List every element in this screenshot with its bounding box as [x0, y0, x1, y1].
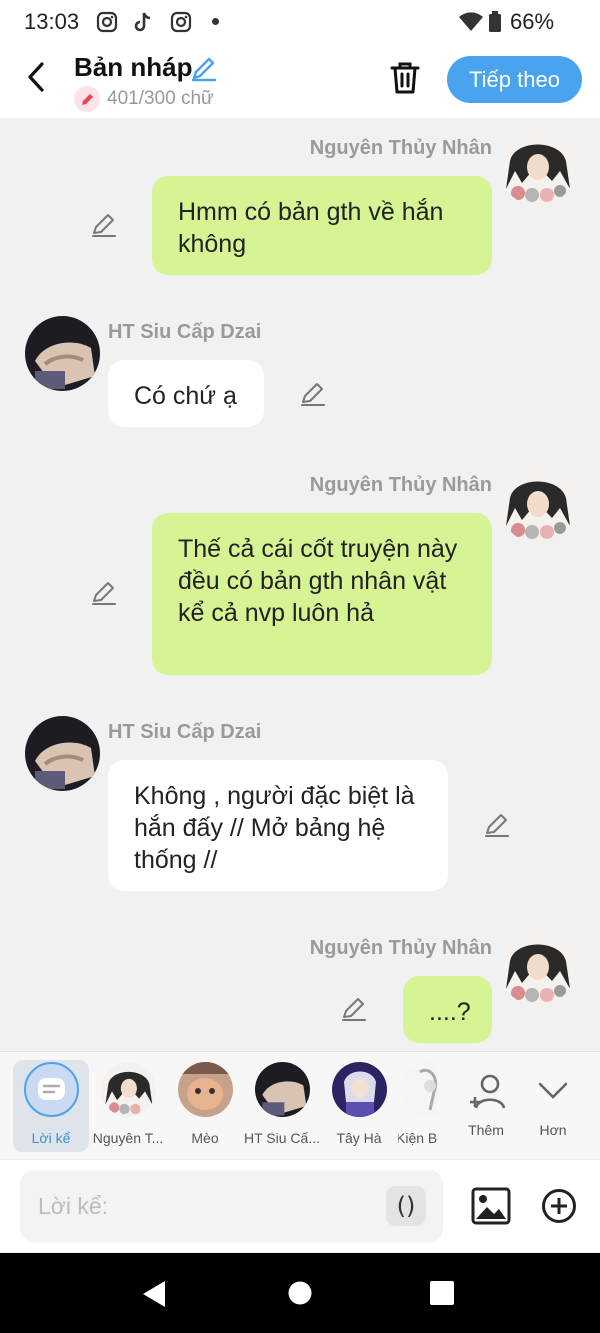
avatar [178, 1062, 233, 1117]
avatar-ht-siu-cap-dzai[interactable] [25, 716, 100, 791]
pencil-count-icon [74, 86, 100, 112]
avatar-nguyen-thuy-nhan[interactable] [500, 131, 575, 206]
character-nguyen-thuy-nhan[interactable]: Nguyên T... [90, 1060, 166, 1152]
instagram-icon-2 [170, 11, 192, 33]
character-meo[interactable]: Mèo [167, 1060, 243, 1152]
character-label: Nguyên T... [92, 1130, 164, 1146]
parentheses-button[interactable]: () [386, 1186, 426, 1226]
edit-message-icon[interactable] [483, 811, 511, 839]
avatar [400, 1062, 438, 1117]
sender-name: Nguyên Thủy Nhân [309, 137, 492, 159]
character-label: Lời kể [31, 1130, 71, 1146]
character-label: Kiện B [398, 1130, 438, 1146]
wifi-icon [459, 12, 483, 31]
battery-level: 66% [510, 9, 555, 34]
message-bubble[interactable]: Hmm có bản gth về hắn không [152, 176, 492, 275]
more-button[interactable]: Hơn [515, 1060, 591, 1152]
word-count: 401/300 chữ [107, 88, 214, 109]
status-bar: 13:03 66% [0, 0, 600, 46]
sender-name: HT Siu Cấp Dzai [108, 721, 262, 743]
character-label: HT Siu Cấ... [244, 1130, 320, 1146]
sender-name: Nguyên Thủy Nhân [309, 474, 492, 496]
nav-home-icon[interactable] [288, 1281, 312, 1305]
nav-back-icon[interactable] [141, 1280, 167, 1308]
sender-name: HT Siu Cấp Dzai [108, 321, 262, 343]
avatar [101, 1062, 156, 1117]
next-button[interactable]: Tiếp theo [447, 56, 582, 103]
avatar [255, 1062, 310, 1117]
system-navigation-bar [0, 1253, 600, 1333]
chevron-down-icon [538, 1082, 568, 1099]
character-kien-b[interactable]: Kiện B [398, 1060, 438, 1152]
trash-icon[interactable] [388, 60, 422, 96]
character-ht-siu-cap-dzai[interactable]: HT Siu Cấ... [244, 1060, 320, 1152]
more-label: Hơn [539, 1122, 567, 1138]
edit-message-icon[interactable] [340, 995, 368, 1023]
message-bubble[interactable]: ....? [403, 976, 492, 1043]
edit-message-icon[interactable] [90, 579, 118, 607]
message-input-box: () [20, 1170, 443, 1242]
avatar [332, 1062, 387, 1117]
edit-message-icon[interactable] [90, 211, 118, 239]
avatar-nguyen-thuy-nhan[interactable] [500, 468, 575, 543]
page-title: Bản nháp [74, 52, 193, 82]
character-narrator[interactable]: Lời kể [13, 1060, 89, 1152]
instagram-icon [96, 11, 118, 33]
avatar-ht-siu-cap-dzai[interactable] [25, 316, 100, 391]
nav-recents-icon[interactable] [430, 1281, 454, 1305]
tiktok-icon [134, 12, 151, 32]
image-icon[interactable] [471, 1186, 511, 1226]
message-bubble[interactable]: Có chứ ạ [108, 360, 264, 427]
sender-name: Nguyên Thủy Nhân [309, 937, 492, 959]
character-label: Mèo [191, 1130, 219, 1146]
top-bar: Bản nháp 401/300 chữ Tiếp theo [0, 46, 600, 118]
add-circle-icon[interactable] [541, 1188, 577, 1224]
input-bar: () [0, 1160, 600, 1252]
add-character-button[interactable]: Thêm [448, 1060, 524, 1152]
message-bubble[interactable]: Thế cả cái cốt truyện này đều có bản gth… [152, 513, 492, 675]
battery-icon [489, 11, 501, 32]
rename-pencil-icon[interactable] [190, 54, 218, 82]
add-person-icon [470, 1074, 506, 1109]
back-icon[interactable] [22, 60, 52, 94]
message-input[interactable] [38, 1186, 378, 1226]
avatar-nguyen-thuy-nhan[interactable] [500, 931, 575, 1006]
status-time: 13:03 [24, 9, 80, 34]
character-bar: Lời kể Nguyên T... Mèo HT Siu Cấ... Tây … [0, 1051, 600, 1159]
edit-message-icon[interactable] [299, 380, 327, 408]
message-bubble[interactable]: Không , người đặc biệt là hắn đấy // Mở … [108, 760, 448, 891]
character-label: Tây Hà [336, 1130, 382, 1146]
character-tay-ha[interactable]: Tây Hà [321, 1060, 397, 1152]
notification-dot-icon [212, 18, 219, 25]
narrator-icon [24, 1062, 79, 1117]
